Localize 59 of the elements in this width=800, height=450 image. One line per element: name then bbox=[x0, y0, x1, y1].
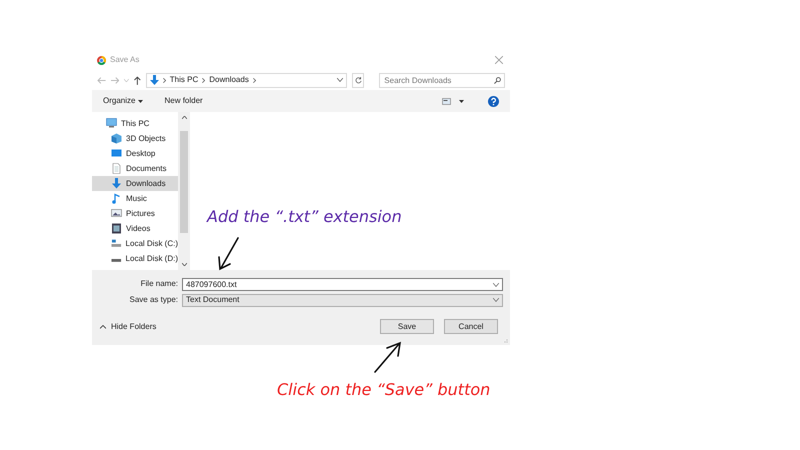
drive-icon bbox=[111, 238, 122, 249]
computer-icon bbox=[106, 118, 117, 129]
close-icon bbox=[495, 56, 503, 64]
chevron-down-icon[interactable] bbox=[493, 282, 499, 286]
refresh-button[interactable] bbox=[352, 72, 364, 88]
arrow-drawing bbox=[216, 236, 240, 272]
caret-down-icon[interactable] bbox=[459, 100, 464, 102]
document-icon bbox=[111, 163, 122, 174]
sidebar-item[interactable]: Videos bbox=[92, 221, 178, 236]
organize-button[interactable]: Organize bbox=[103, 95, 144, 107]
breadcrumb[interactable]: Downloads bbox=[209, 74, 249, 86]
cancel-button[interactable]: Cancel bbox=[444, 319, 498, 334]
sidebar-item[interactable]: Local Disk (C:) bbox=[92, 236, 178, 251]
chevron-up-icon bbox=[100, 324, 106, 328]
save-button[interactable]: Save bbox=[380, 319, 434, 334]
search-field[interactable]: Search Downloads bbox=[379, 72, 506, 88]
scroll-up-icon[interactable] bbox=[182, 116, 186, 119]
save-type-dropdown[interactable]: Text Document bbox=[182, 294, 503, 306]
sidebar-item[interactable]: 3D Objects bbox=[92, 131, 178, 146]
chevron-right-icon bbox=[162, 78, 166, 82]
close-button[interactable] bbox=[493, 54, 505, 66]
sidebar-item[interactable]: This PC bbox=[92, 116, 178, 131]
hide-folders-button[interactable]: Hide Folders bbox=[100, 320, 156, 332]
arrow-drawing bbox=[372, 340, 404, 374]
chevron-right-icon bbox=[252, 78, 256, 82]
music-note-icon bbox=[111, 193, 122, 204]
save-type-label: Save as type: bbox=[128, 294, 179, 306]
handwritten-note: Add the “.txt” extension bbox=[207, 206, 402, 228]
breadcrumb[interactable]: This PC bbox=[170, 74, 198, 86]
chevron-down-icon[interactable] bbox=[336, 78, 343, 82]
new-folder-button[interactable]: New folder bbox=[164, 95, 203, 107]
cube-icon bbox=[111, 133, 122, 144]
view-options-icon[interactable] bbox=[442, 98, 451, 104]
desktop-icon bbox=[111, 148, 122, 159]
window-title: Save As bbox=[110, 54, 140, 66]
file-name-label: File name: bbox=[140, 278, 179, 290]
download-arrow-icon bbox=[150, 75, 159, 85]
download-arrow-icon bbox=[111, 178, 122, 189]
caret-down-icon bbox=[138, 100, 144, 102]
handwritten-note: Click on the “Save” button bbox=[277, 379, 490, 401]
refresh-icon bbox=[354, 76, 362, 84]
search-icon bbox=[494, 76, 502, 84]
sidebar-item[interactable]: Pictures bbox=[92, 206, 178, 221]
scroll-down-icon[interactable] bbox=[182, 263, 186, 266]
sidebar-item[interactable]: Desktop bbox=[92, 146, 178, 161]
sidebar-item[interactable]: Documents bbox=[92, 161, 178, 176]
sidebar-item[interactable]: Music bbox=[92, 191, 178, 206]
address-bar[interactable]: This PC Downloads bbox=[146, 72, 347, 88]
sidebar-item[interactable]: Downloads bbox=[92, 176, 178, 191]
browser-logo-icon bbox=[97, 56, 106, 64]
picture-icon bbox=[111, 208, 122, 219]
film-icon bbox=[111, 223, 122, 234]
file-name-field[interactable]: 487097600.txt bbox=[182, 278, 503, 290]
sidebar-item[interactable]: Local Disk (D:) bbox=[92, 251, 178, 266]
chevron-right-icon bbox=[202, 78, 206, 82]
scrollbar-thumb[interactable] bbox=[180, 131, 188, 233]
up-arrow-icon[interactable] bbox=[134, 76, 141, 84]
help-icon[interactable] bbox=[488, 96, 499, 106]
chevron-down-icon bbox=[493, 298, 499, 302]
